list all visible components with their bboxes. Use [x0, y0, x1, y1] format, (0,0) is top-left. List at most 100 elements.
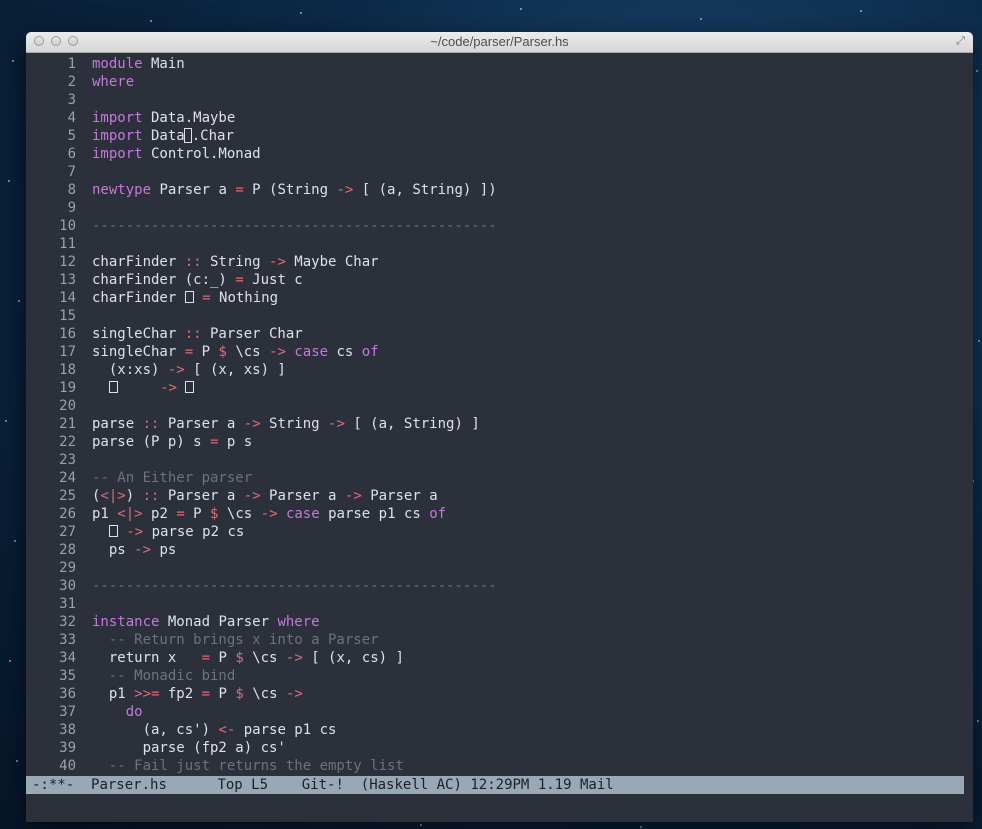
code-line[interactable]: 26 p1 <|> p2 = P $ \cs -> case parse p1 c…	[26, 505, 973, 523]
code-line[interactable]: 23	[26, 451, 973, 469]
code-text[interactable]: singleChar :: Parser Char	[92, 325, 303, 343]
code-line[interactable]: 34 return x = P $ \cs -> [ (x, cs) ]	[26, 649, 973, 667]
code-line[interactable]: 11	[26, 235, 973, 253]
mode-line: -:**- Parser.hs Top L5 Git-! (Haskell AC…	[26, 776, 964, 794]
code-line[interactable]: 22 parse (P p) s = p s	[26, 433, 973, 451]
zoom-icon[interactable]	[68, 36, 78, 46]
code-line[interactable]: 29	[26, 559, 973, 577]
code-text[interactable]: -- An Either parser	[92, 469, 252, 487]
code-text[interactable]: instance Monad Parser where	[92, 613, 320, 631]
code-line[interactable]: 32 instance Monad Parser where	[26, 613, 973, 631]
code-line[interactable]: 7	[26, 163, 973, 181]
code-line[interactable]: 17 singleChar = P $ \cs -> case cs of	[26, 343, 973, 361]
fullscreen-icon[interactable]: ⤢	[954, 35, 967, 48]
line-number: 39	[59, 740, 76, 756]
code-line[interactable]: 37 do	[26, 703, 973, 721]
code-line[interactable]: 25 (<|>) :: Parser a -> Parser a -> Parse…	[26, 487, 973, 505]
code-text[interactable]: newtype Parser a = P (String -> [ (a, St…	[92, 181, 497, 199]
code-text[interactable]: import Data .Char	[92, 127, 234, 145]
code-line[interactable]: 5 import Data .Char	[26, 127, 973, 145]
code-line[interactable]: 28 ps -> ps	[26, 541, 973, 559]
line-number: 19	[59, 380, 76, 396]
code-line[interactable]: 14 charFinder = Nothing	[26, 289, 973, 307]
code-text[interactable]: -> parse p2 cs	[92, 523, 244, 541]
code-text[interactable]: p1 <|> p2 = P $ \cs -> case parse p1 cs …	[92, 505, 446, 523]
empty-list-glyph	[185, 381, 195, 393]
line-number: 30	[59, 578, 76, 594]
code-line[interactable]: 35 -- Monadic bind	[26, 667, 973, 685]
code-line[interactable]: 31	[26, 595, 973, 613]
code-text[interactable]: import Control.Monad	[92, 145, 261, 163]
code-text[interactable]: ps -> ps	[92, 541, 176, 559]
code-text[interactable]: return x = P $ \cs -> [ (x, cs) ]	[92, 649, 404, 667]
line-number: 7	[67, 164, 76, 180]
code-line[interactable]: 38 (a, cs') <- parse p1 cs	[26, 721, 973, 739]
code-text[interactable]: where	[92, 73, 134, 91]
line-number: 23	[59, 452, 76, 468]
code-editor[interactable]: 1 module Main 2 where 3 4 import Data.Maybe 5 im…	[26, 53, 973, 778]
code-line[interactable]: 20	[26, 397, 973, 415]
code-line[interactable]: 12 charFinder :: String -> Maybe Char	[26, 253, 973, 271]
code-line[interactable]: 9	[26, 199, 973, 217]
line-number: 21	[59, 416, 76, 432]
major-mode[interactable]: (Haskell AC)	[361, 777, 462, 793]
code-line[interactable]: 18 (x:xs) -> [ (x, xs) ]	[26, 361, 973, 379]
code-line[interactable]: 1 module Main	[26, 55, 973, 73]
code-line[interactable]: 33 -- Return brings x into a Parser	[26, 631, 973, 649]
code-line[interactable]: 6 import Control.Monad	[26, 145, 973, 163]
code-line[interactable]: 19 ->	[26, 379, 973, 397]
minibuffer[interactable]	[26, 794, 973, 822]
code-line[interactable]: 27 -> parse p2 cs	[26, 523, 973, 541]
code-line[interactable]: 8 newtype Parser a = P (String -> [ (a, S…	[26, 181, 973, 199]
line-number: 36	[59, 686, 76, 702]
line-number: 38	[59, 722, 76, 738]
line-number: 8	[67, 182, 76, 198]
code-text[interactable]: ->	[92, 379, 195, 397]
code-text[interactable]: ----------------------------------------…	[92, 217, 497, 235]
line-number: 33	[59, 632, 76, 648]
code-text[interactable]: charFinder (c:_) = Just c	[92, 271, 303, 289]
code-text[interactable]: do	[92, 703, 143, 721]
emacs-window[interactable]: ~/code/parser/Parser.hs ⤢ 1 module Main 2 w…	[26, 32, 973, 822]
code-line[interactable]: 15	[26, 307, 973, 325]
code-text[interactable]: charFinder :: String -> Maybe Char	[92, 253, 379, 271]
line-number: 28	[59, 542, 76, 558]
code-text[interactable]: -- Monadic bind	[92, 667, 235, 685]
code-line[interactable]: 21 parse :: Parser a -> String -> [ (a, S…	[26, 415, 973, 433]
close-icon[interactable]	[34, 36, 44, 46]
buffer-name[interactable]: Parser.hs	[91, 777, 167, 793]
minimize-icon[interactable]	[51, 36, 61, 46]
code-text[interactable]: (<|>) :: Parser a -> Parser a -> Parser …	[92, 487, 438, 505]
code-line[interactable]: 2 where	[26, 73, 973, 91]
line-number: 16	[59, 326, 76, 342]
code-text[interactable]: parse (P p) s = p s	[92, 433, 252, 451]
code-text[interactable]: (a, cs') <- parse p1 cs	[92, 721, 337, 739]
code-line[interactable]: 4 import Data.Maybe	[26, 109, 973, 127]
code-line[interactable]: 16 singleChar :: Parser Char	[26, 325, 973, 343]
code-line[interactable]: 30 --------------------------------------…	[26, 577, 973, 595]
code-line[interactable]: 36 p1 >>= fp2 = P $ \cs ->	[26, 685, 973, 703]
code-text[interactable]: module Main	[92, 55, 185, 73]
vc-status[interactable]: Git-!	[302, 777, 344, 793]
code-text[interactable]: import Data.Maybe	[92, 109, 235, 127]
code-line[interactable]: 10 --------------------------------------…	[26, 217, 973, 235]
code-text[interactable]: singleChar = P $ \cs -> case cs of	[92, 343, 379, 361]
code-text[interactable]: p1 >>= fp2 = P $ \cs ->	[92, 685, 303, 703]
title-bar[interactable]: ~/code/parser/Parser.hs ⤢	[26, 32, 973, 53]
line-number: 24	[59, 470, 76, 486]
line-number: 37	[59, 704, 76, 720]
code-line[interactable]: 40 -- Fail just returns the empty list	[26, 757, 973, 775]
code-text[interactable]: (x:xs) -> [ (x, xs) ]	[92, 361, 286, 379]
code-text[interactable]: ----------------------------------------…	[92, 577, 497, 595]
code-text[interactable]: parse (fp2 a) cs'	[92, 739, 286, 757]
mail-indicator: Mail	[579, 777, 614, 793]
code-line[interactable]: 3	[26, 91, 973, 109]
code-line[interactable]: 24 -- An Either parser	[26, 469, 973, 487]
code-line[interactable]: 39 parse (fp2 a) cs'	[26, 739, 973, 757]
code-text[interactable]: -- Fail just returns the empty list	[92, 757, 404, 775]
code-text[interactable]: -- Return brings x into a Parser	[92, 631, 379, 649]
code-line[interactable]: 13 charFinder (c:_) = Just c	[26, 271, 973, 289]
code-text[interactable]: parse :: Parser a -> String -> [ (a, Str…	[92, 415, 480, 433]
line-number: 3	[67, 92, 76, 108]
code-text[interactable]: charFinder = Nothing	[92, 289, 278, 307]
